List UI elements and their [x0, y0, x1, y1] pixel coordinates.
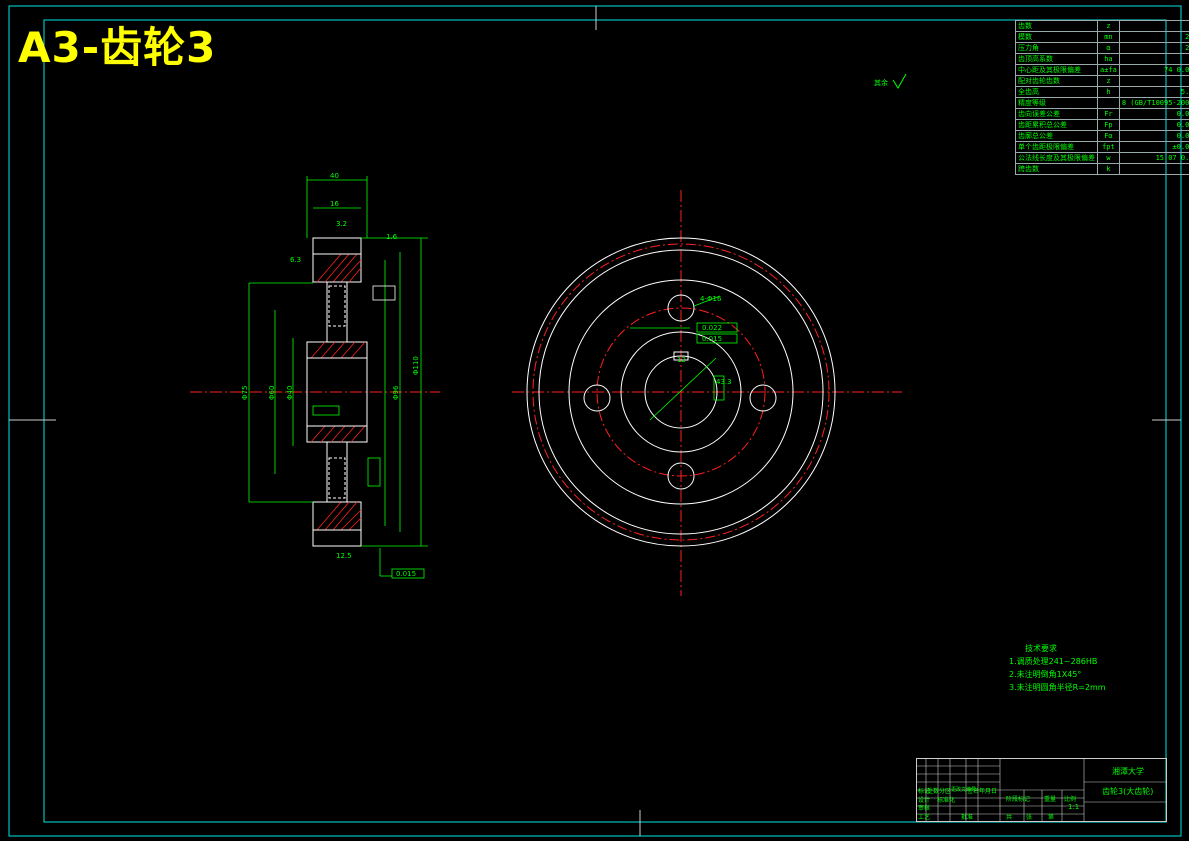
title-block-label-weight: 重量 [1044, 796, 1057, 803]
hub-lower-hatching [310, 425, 366, 443]
dim-dia-hub: Φ60 [268, 385, 276, 400]
dim-dia-web: Φ75 [241, 385, 249, 400]
title-block-label-count: 处数 [927, 788, 940, 795]
title-block-label-stage: 阶段标记 [1006, 796, 1031, 803]
title-block-label-standard: 标准化 [937, 797, 956, 804]
tech-req-item: 3.未注明圆角半径R=2mm [1009, 683, 1106, 692]
table-row: 齿廓总公差Fα0.023 [1015, 130, 1189, 142]
title-block-label-scale: 比例 [1064, 796, 1077, 803]
tol-face-value: 0.015 [396, 570, 417, 578]
sheet-border-outer [8, 5, 1182, 837]
dim-width-hub: 16 [330, 200, 339, 208]
table-row: 中心距及其极限偏差a±fa74 0.028 [1015, 64, 1189, 76]
title-block-label-of: 第 [1048, 814, 1055, 821]
web-hole-right [749, 384, 777, 412]
web-hole-upper [328, 285, 346, 327]
table-row: 跨齿数k5 [1015, 163, 1189, 175]
roughness-other: 12.5 [336, 552, 352, 560]
title-block-label-sign: 签名 [967, 788, 980, 795]
gear-teeth-lower [312, 529, 362, 547]
title-block-label-sheet: 张 [1026, 814, 1033, 821]
tolerance-frame-bore [312, 405, 340, 416]
roughness-a: 3.2 [336, 220, 348, 228]
rim-lower-hatching [316, 501, 362, 531]
front-view [512, 190, 902, 596]
title-block-school: 湘潭大学 [1112, 767, 1144, 776]
gear-teeth-upper [312, 237, 362, 255]
tol-runout-value: 0.022 [702, 324, 723, 332]
rim-upper-hatching [316, 253, 362, 283]
technical-requirements: 技术要求 1.调质处理241~286HB 2.未注明倒角1X45° 3.未注明圆… [1009, 642, 1106, 694]
sheet-border-inner [43, 19, 1167, 823]
table-row: 精度等级8 (GB/T10095-2001) [1015, 97, 1189, 109]
gear-parameter-table: 齿数z42 模数mn2.5 压力角α20° 齿顶高系数ha1 中心距及其极限偏差… [1015, 20, 1189, 175]
table-row: 单个齿距极限偏差fpt±0.018 [1015, 141, 1189, 153]
table-row: 齿数z42 [1015, 20, 1189, 32]
keyway-section-box [372, 285, 396, 301]
web-upper [326, 281, 348, 343]
surface-finish-note: 其余 [874, 79, 888, 87]
dim-width-total: 40 [330, 172, 339, 180]
table-row: 压力角α20° [1015, 42, 1189, 54]
dim-dia-bore: Φ40 [286, 385, 294, 400]
drawing-title: A3-齿轮3 [18, 23, 217, 72]
tech-req-item: 1.调质处理241~286HB [1009, 657, 1098, 666]
table-row: 齿顶高系数ha1 [1015, 53, 1189, 65]
table-row: 齿距累积总公差Fp0.060 [1015, 119, 1189, 131]
table-row: 全齿高h5.85 [1015, 86, 1189, 98]
title-block-label-process: 工艺 [918, 814, 931, 821]
dim-keyway-width: 12 [677, 356, 686, 364]
tech-req-item: 2.未注明倒角1X45° [1009, 670, 1082, 679]
dim-keyway-depth: 43.3 [716, 378, 732, 386]
cad-drawing [8, 5, 1182, 837]
title-block-label-date: 年月日 [979, 788, 998, 795]
hub-upper-hatching [310, 341, 366, 359]
surface-finish-symbol [892, 73, 907, 89]
title-block-label-review: 审核 [918, 805, 931, 812]
table-row: 配对齿轮齿数z6 [1015, 75, 1189, 87]
tolerance-frame-runout [367, 457, 381, 487]
section-view [190, 176, 440, 579]
table-row: 模数mn2.5 [1015, 31, 1189, 43]
tech-req-title: 技术要求 [1025, 644, 1057, 653]
web-hole-lower [328, 457, 346, 499]
tol-front-2-value: 0.015 [702, 335, 723, 343]
table-row: 齿向误差公差Fr0.023 [1015, 108, 1189, 120]
dim-dia-outer: Φ110 [412, 356, 420, 375]
table-row: 公法线长度及其极限偏差w15.07 0.28 [1015, 152, 1189, 164]
web-lower [326, 441, 348, 503]
title-block-label-zone: 分区 [939, 788, 952, 795]
dim-hole-pattern: 4-Φ16 [700, 295, 722, 303]
roughness-c: 6.3 [290, 256, 302, 264]
roughness-b: 1.6 [386, 233, 398, 241]
title-block-part-name: 齿轮3(大齿轮) [1102, 787, 1154, 796]
title-block-scale: 1:1 [1068, 803, 1080, 811]
title-block-label-approve: 批准 [961, 814, 974, 821]
dim-dia-root: Φ96 [392, 385, 400, 400]
title-block-label-total: 共 [1006, 814, 1013, 821]
